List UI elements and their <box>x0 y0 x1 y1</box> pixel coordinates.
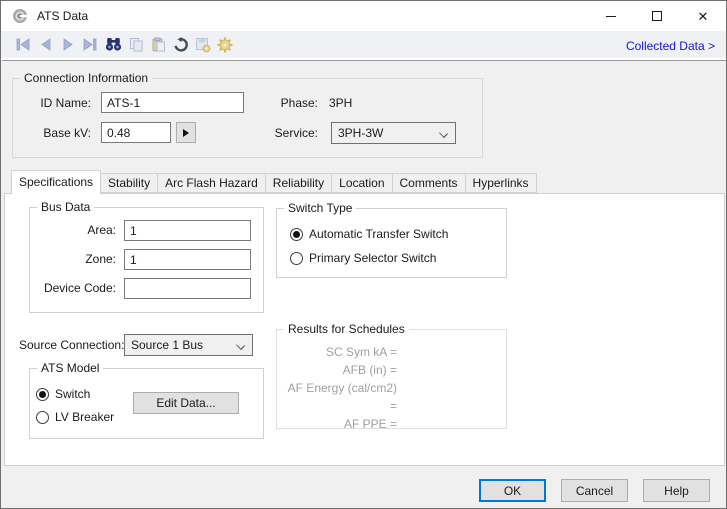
undo-icon <box>173 37 189 53</box>
results-rows: SC Sym kA = AFB (in) = AF Energy (cal/cm… <box>284 343 397 427</box>
app-icon <box>12 8 28 24</box>
next-record-button[interactable] <box>57 34 78 55</box>
tab-comments[interactable]: Comments <box>392 173 466 193</box>
zone-input[interactable] <box>124 249 251 270</box>
radio-label: Primary Selector Switch <box>309 251 436 265</box>
tab-specifications[interactable]: Specifications <box>11 170 101 194</box>
copy-button[interactable] <box>126 34 147 55</box>
device-code-label: Device Code: <box>31 278 116 299</box>
radio-icon <box>36 388 49 401</box>
window-title: ATS Data <box>37 1 88 31</box>
radio-icon <box>36 411 49 424</box>
device-code-input[interactable] <box>124 278 251 299</box>
id-name-input[interactable] <box>101 92 244 113</box>
tab-location[interactable]: Location <box>331 173 392 193</box>
source-connection-label: Source Connection: <box>19 335 118 356</box>
title-bar: ATS Data ✕ <box>1 1 726 31</box>
connection-information-legend: Connection Information <box>20 71 152 85</box>
switch-type-legend: Switch Type <box>284 201 356 215</box>
cancel-button[interactable]: Cancel <box>561 479 628 502</box>
settings-button[interactable] <box>214 34 235 55</box>
service-label: Service: <box>248 123 318 143</box>
radio-automatic-transfer-switch[interactable]: Automatic Transfer Switch <box>290 227 448 241</box>
radio-label: Switch <box>55 387 90 401</box>
first-record-button[interactable] <box>13 34 34 55</box>
previous-record-icon <box>40 38 52 51</box>
source-connection-value: Source 1 Bus <box>131 338 203 352</box>
gear-icon <box>217 37 233 53</box>
radio-icon <box>290 228 303 241</box>
ats-model-legend: ATS Model <box>37 361 103 375</box>
edit-data-button[interactable]: Edit Data... <box>133 392 239 414</box>
radio-primary-selector-switch[interactable]: Primary Selector Switch <box>290 251 436 265</box>
tab-strip: Specifications Stability Arc Flash Hazar… <box>11 170 537 194</box>
ats-data-dialog: ATS Data ✕ <box>0 0 727 509</box>
toolbar: Collected Data > <box>2 31 727 61</box>
close-icon: ✕ <box>698 10 709 23</box>
base-kv-label: Base kV: <box>21 123 91 143</box>
switch-type-group: Switch Type <box>276 208 507 278</box>
base-kv-input[interactable] <box>101 122 171 143</box>
minimize-button[interactable] <box>588 1 634 31</box>
first-record-icon <box>16 38 31 51</box>
connection-information-group: Connection Information <box>12 78 483 158</box>
phase-value: 3PH <box>329 93 352 113</box>
service-dropdown[interactable]: 3PH-3W <box>331 122 456 144</box>
maximize-icon <box>652 11 662 21</box>
chevron-down-icon <box>439 129 448 138</box>
radio-switch[interactable]: Switch <box>36 387 90 401</box>
paste-icon <box>151 37 166 52</box>
af-energy-label: AF Energy (cal/cm2) = <box>284 379 397 415</box>
radio-label: LV Breaker <box>55 410 114 424</box>
source-connection-dropdown[interactable]: Source 1 Bus <box>124 334 253 356</box>
results-legend: Results for Schedules <box>284 322 409 336</box>
close-button[interactable]: ✕ <box>680 1 726 31</box>
area-label: Area: <box>31 220 116 241</box>
last-record-icon <box>82 38 97 51</box>
undo-button[interactable] <box>170 34 191 55</box>
help-button[interactable]: Help <box>643 479 710 502</box>
ok-button[interactable]: OK <box>479 479 546 502</box>
sc-sym-ka-label: SC Sym kA = <box>284 343 397 361</box>
af-ppe-label: AF PPE = <box>284 415 397 433</box>
radio-icon <box>290 252 303 265</box>
maximize-button[interactable] <box>634 1 680 31</box>
tab-hyperlinks[interactable]: Hyperlinks <box>465 173 537 193</box>
collected-data-link[interactable]: Collected Data > <box>626 39 715 53</box>
find-binoculars-icon <box>105 37 122 52</box>
previous-record-button[interactable] <box>35 34 56 55</box>
zone-label: Zone: <box>31 249 116 270</box>
tab-stability[interactable]: Stability <box>100 173 158 193</box>
save-settings-icon <box>195 37 211 53</box>
service-value: 3PH-3W <box>338 126 383 140</box>
base-kv-expand-button[interactable] <box>176 122 196 143</box>
last-record-button[interactable] <box>79 34 100 55</box>
area-input[interactable] <box>124 220 251 241</box>
right-arrow-icon <box>183 129 189 137</box>
copy-icon <box>129 37 144 52</box>
next-record-icon <box>62 38 74 51</box>
id-name-label: ID Name: <box>21 93 91 113</box>
paste-button[interactable] <box>148 34 169 55</box>
chevron-down-icon <box>236 341 245 350</box>
bus-data-legend: Bus Data <box>37 200 94 214</box>
radio-lv-breaker[interactable]: LV Breaker <box>36 410 114 424</box>
afb-in-label: AFB (in) = <box>284 361 397 379</box>
tab-reliability[interactable]: Reliability <box>265 173 332 193</box>
tab-arc-flash-hazard[interactable]: Arc Flash Hazard <box>157 173 266 193</box>
save-settings-button[interactable] <box>192 34 213 55</box>
phase-label: Phase: <box>248 93 318 113</box>
radio-label: Automatic Transfer Switch <box>309 227 448 241</box>
find-button[interactable] <box>103 34 124 55</box>
minimize-icon <box>606 16 616 17</box>
